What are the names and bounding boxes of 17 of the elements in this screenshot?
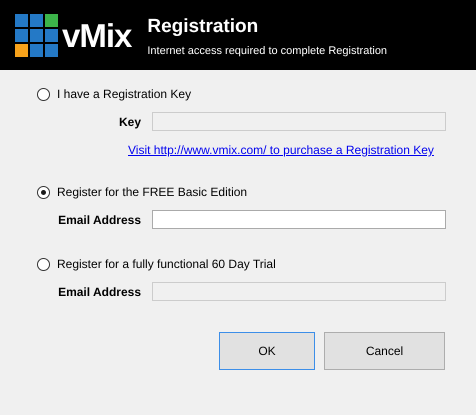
radio-button[interactable] xyxy=(37,186,50,198)
radio-option[interactable]: I have a Registration Key xyxy=(37,86,192,102)
dialog-subtitle: Internet access required to complete Registration xyxy=(147,44,388,56)
field-label: Key xyxy=(118,114,141,128)
input-field[interactable] xyxy=(152,210,446,229)
ok-button[interactable]: OK xyxy=(219,332,315,370)
field-label: Email Address xyxy=(57,284,141,298)
radio-option[interactable]: Register for a fully functional 60 Day Trial xyxy=(37,256,276,272)
field-label: Email Address xyxy=(57,212,141,226)
purchase-link[interactable]: Visit http://www.vmix.com/ to purchase a Registration Key xyxy=(128,143,434,157)
dialog-title: Registration xyxy=(147,16,260,38)
radio-button[interactable] xyxy=(37,258,50,270)
radio-button[interactable] xyxy=(37,88,50,100)
radio-option[interactable]: Register for the FREE Basic Edition xyxy=(37,184,248,200)
cancel-button[interactable]: Cancel xyxy=(324,332,445,370)
logo-text: vMix xyxy=(62,18,132,52)
logo-grid-icon xyxy=(15,14,58,56)
